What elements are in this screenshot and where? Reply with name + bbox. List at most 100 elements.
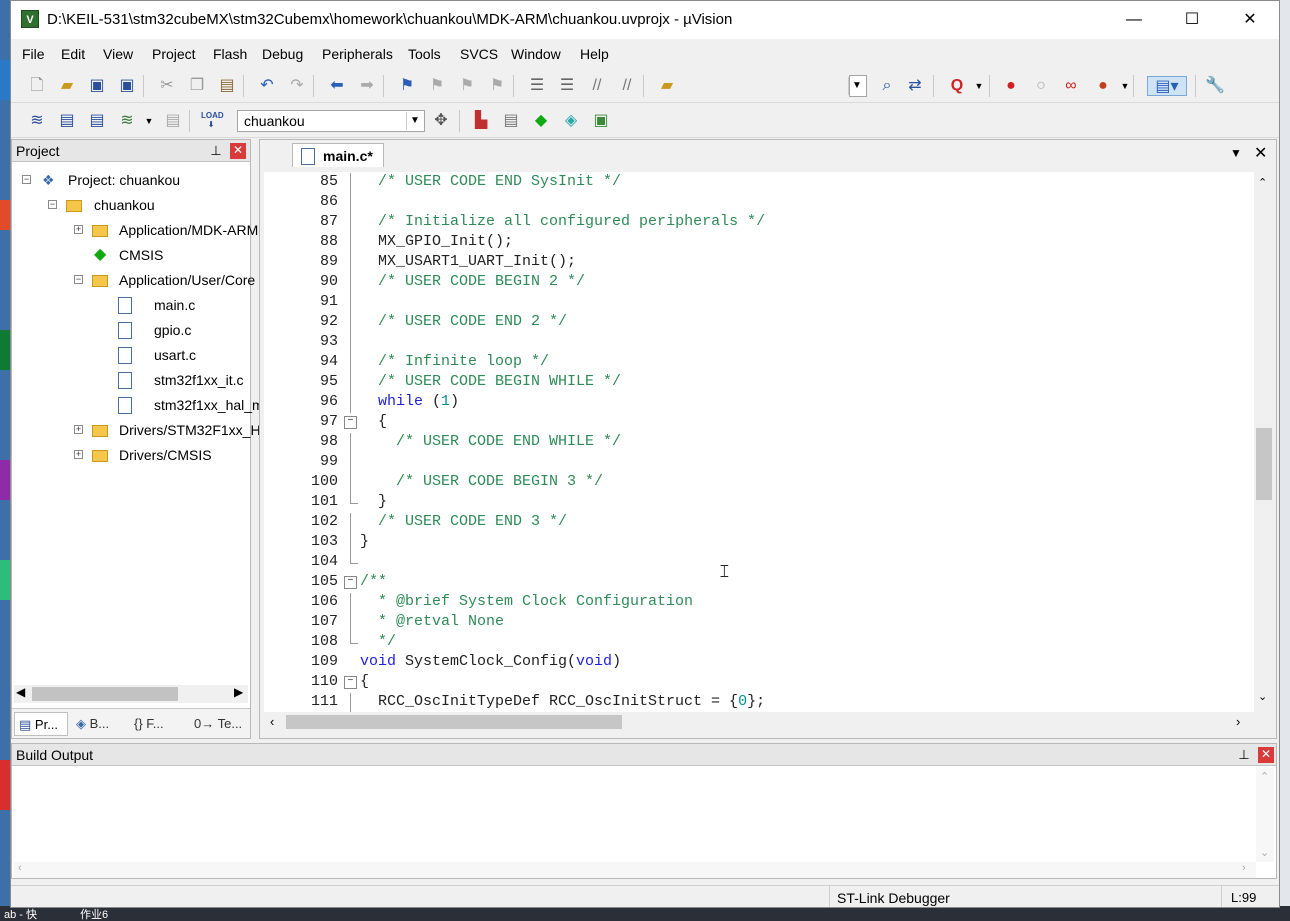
cut-icon[interactable]: ✂: [157, 76, 177, 96]
expand-icon[interactable]: +: [74, 450, 83, 459]
scroll-thumb[interactable]: [1256, 428, 1272, 500]
target-options-icon[interactable]: ✥: [431, 111, 451, 131]
comment-icon[interactable]: //: [587, 76, 607, 96]
disable-breakpoint-icon[interactable]: ○: [1031, 76, 1051, 96]
find-dropdown[interactable]: ▼: [848, 75, 867, 97]
fold-toggle-icon[interactable]: −: [344, 416, 357, 429]
code-line[interactable]: while (1): [360, 393, 459, 410]
close-tab-icon[interactable]: ✕: [1254, 143, 1267, 163]
scroll-right-icon[interactable]: ›: [1242, 862, 1246, 874]
code-line[interactable]: MX_GPIO_Init();: [360, 233, 513, 250]
taskbar-item[interactable]: ab - 快: [4, 906, 37, 921]
clear-bookmarks-icon[interactable]: ⚑: [487, 76, 507, 96]
code-line[interactable]: * @brief System Clock Configuration: [360, 593, 693, 610]
build-output-vscrollbar[interactable]: ⌃ ⌄: [1256, 768, 1274, 862]
menu-help[interactable]: Help: [580, 46, 609, 62]
rebuild-icon[interactable]: ▤: [87, 111, 107, 131]
next-bookmark-icon[interactable]: ⚑: [457, 76, 477, 96]
undo-icon[interactable]: ↶: [257, 76, 277, 96]
fold-toggle-icon[interactable]: −: [344, 576, 357, 589]
close-button[interactable]: ✕: [1221, 1, 1279, 39]
code-line[interactable]: /**: [360, 573, 387, 590]
code-line[interactable]: }: [360, 533, 369, 550]
stop-build-icon[interactable]: ▤: [163, 111, 183, 131]
code-line[interactable]: MX_USART1_UART_Init();: [360, 253, 576, 270]
scroll-up-icon[interactable]: ⌃: [1258, 176, 1267, 189]
code-line[interactable]: /* Initialize all configured peripherals…: [360, 213, 765, 230]
code-line[interactable]: * @retval None: [360, 613, 504, 630]
code-line[interactable]: {: [360, 673, 369, 690]
tab-functions[interactable]: {} F...: [130, 712, 188, 736]
configure-wrench-icon[interactable]: 🔧: [1205, 76, 1225, 96]
target-select[interactable]: chuankou ▼: [237, 110, 425, 132]
code-line[interactable]: }: [360, 493, 387, 510]
translate-icon[interactable]: ≋: [27, 111, 47, 131]
navigate-forward-icon[interactable]: ➡: [357, 76, 377, 96]
menu-window[interactable]: Window: [511, 46, 561, 62]
find-icon[interactable]: ⌕: [877, 76, 897, 96]
code-line[interactable]: void SystemClock_Config(void): [360, 653, 621, 670]
load-download-icon[interactable]: LOAD ⬇: [201, 111, 224, 131]
menu-project[interactable]: Project: [152, 46, 196, 62]
incremental-find-icon[interactable]: ⇄: [905, 76, 925, 96]
scroll-left-icon[interactable]: ‹: [18, 862, 22, 874]
code-line[interactable]: /* USER CODE END 2 */: [360, 313, 567, 330]
menu-svcs[interactable]: SVCS: [460, 46, 498, 62]
close-panel-icon[interactable]: ✕: [230, 143, 246, 159]
kill-breakpoints-icon[interactable]: ●: [1093, 76, 1113, 96]
bookmark-icon[interactable]: ⚑: [397, 76, 417, 96]
scroll-thumb[interactable]: [32, 687, 178, 701]
build-icon[interactable]: ▤: [57, 111, 77, 131]
pack-installer-icon[interactable]: ▣: [591, 111, 611, 131]
menu-edit[interactable]: Edit: [61, 46, 85, 62]
chevron-down-icon[interactable]: ▼: [1115, 76, 1135, 96]
manage-project-items-icon[interactable]: ▙: [471, 111, 491, 131]
code-editor[interactable]: 85 /* USER CODE END SysInit */ 86 87 /* In…: [264, 172, 1254, 712]
copy-icon[interactable]: ❐: [187, 76, 207, 96]
menu-debug[interactable]: Debug: [262, 46, 303, 62]
tab-project[interactable]: ▤ Pr...: [14, 712, 68, 736]
debug-session-icon[interactable]: Q: [947, 76, 967, 96]
scroll-right-icon[interactable]: ▶: [234, 685, 243, 699]
build-output-text[interactable]: [14, 768, 1254, 862]
code-line[interactable]: /* USER CODE BEGIN 2 */: [360, 273, 585, 290]
scroll-right-icon[interactable]: ›: [1236, 714, 1240, 729]
batch-build-icon[interactable]: ≋: [117, 111, 137, 131]
code-line[interactable]: /* Infinite loop */: [360, 353, 549, 370]
close-panel-icon[interactable]: ✕: [1258, 747, 1274, 763]
expand-icon[interactable]: +: [74, 425, 83, 434]
tab-main-c[interactable]: main.c*: [292, 143, 384, 167]
build-output-hscrollbar[interactable]: ‹ ›: [14, 862, 1256, 878]
scroll-down-icon[interactable]: ⌄: [1260, 846, 1269, 859]
open-file-icon[interactable]: ▰: [57, 76, 77, 96]
code-line[interactable]: */: [360, 633, 396, 650]
expand-icon[interactable]: +: [74, 225, 83, 234]
save-all-icon[interactable]: ▣: [117, 76, 137, 96]
code-line[interactable]: RCC_OscInitTypeDef RCC_OscInitStruct = {…: [360, 693, 765, 710]
file-extensions-icon[interactable]: ▤: [501, 111, 521, 131]
code-line[interactable]: /* USER CODE BEGIN WHILE */: [360, 373, 621, 390]
uncomment-icon[interactable]: //: [617, 76, 637, 96]
collapse-icon[interactable]: −: [74, 275, 83, 284]
menu-tools[interactable]: Tools: [408, 46, 441, 62]
editor-hscrollbar[interactable]: ‹ ›: [264, 712, 1254, 732]
save-icon[interactable]: ▣: [87, 76, 107, 96]
manage-run-time-environment-icon[interactable]: ◆: [531, 111, 551, 131]
prev-bookmark-icon[interactable]: ⚑: [427, 76, 447, 96]
window-layout-icon[interactable]: ▤▾: [1147, 76, 1187, 96]
menu-flash[interactable]: Flash: [213, 46, 247, 62]
navigate-back-icon[interactable]: ⬅: [327, 76, 347, 96]
taskbar-item[interactable]: 作业6: [80, 906, 108, 921]
disable-all-breakpoints-icon[interactable]: ∞: [1061, 76, 1081, 96]
collapse-icon[interactable]: −: [22, 175, 31, 184]
code-line[interactable]: /* USER CODE BEGIN 3 */: [360, 473, 603, 490]
collapse-icon[interactable]: −: [48, 200, 57, 209]
redo-icon[interactable]: ↷: [287, 76, 307, 96]
fold-toggle-icon[interactable]: −: [344, 676, 357, 689]
chevron-down-icon[interactable]: ▼: [969, 76, 989, 96]
new-file-icon[interactable]: 🗋: [27, 76, 47, 96]
tab-books[interactable]: ◈ B...: [72, 712, 126, 736]
scroll-down-icon[interactable]: ⌄: [1258, 690, 1267, 703]
menu-view[interactable]: View: [103, 46, 133, 62]
chevron-down-icon[interactable]: ▼: [139, 111, 159, 131]
